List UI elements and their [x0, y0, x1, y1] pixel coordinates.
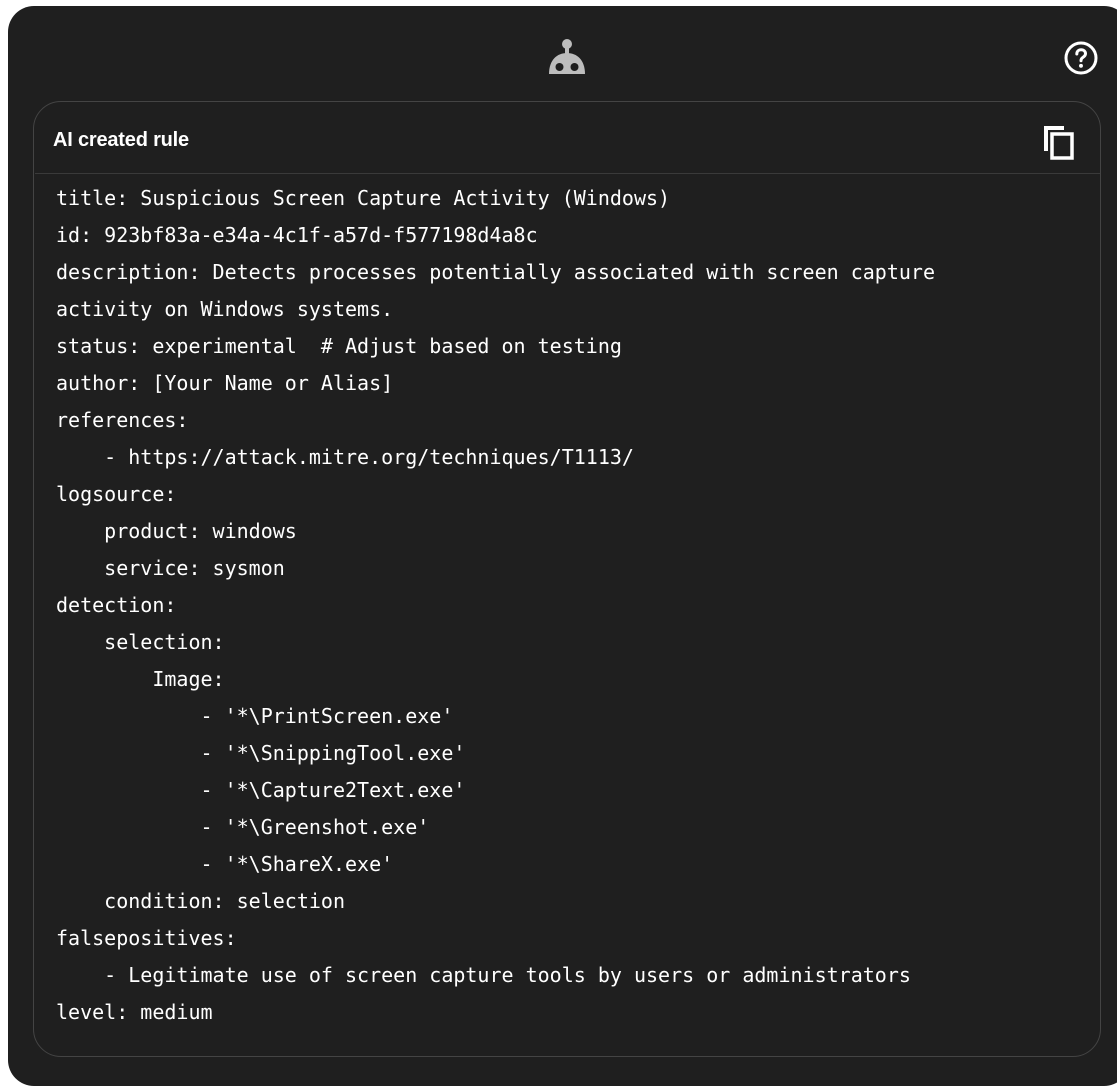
code-line-5: status: experimental # Adjust based on t… — [56, 334, 622, 358]
robot-icon — [549, 39, 585, 74]
rule-code-block: title: Suspicious Screen Capture Activit… — [56, 180, 1100, 1031]
panel-title: AI created rule — [53, 129, 189, 151]
header-divider — [35, 173, 1100, 174]
code-line-8: - https://attack.mitre.org/techniques/T1… — [56, 445, 634, 469]
code-line-13: selection: — [56, 630, 225, 654]
panel-header: AI created rule — [34, 102, 1100, 174]
code-line-12: detection: — [56, 593, 177, 617]
code-line-7: references: — [56, 408, 189, 432]
code-line-2: id: 923bf83a-e34a-4c1f-a57d-f577198d4a8c — [56, 223, 538, 247]
code-line-10: product: windows — [56, 519, 297, 543]
code-line-16: - '*\SnippingTool.exe' — [56, 741, 466, 765]
code-line-4: activity on Windows systems. — [56, 297, 394, 321]
code-line-9: logsource: — [56, 482, 177, 506]
code-line-20: condition: selection — [56, 889, 345, 913]
code-line-23: level: medium — [56, 1000, 213, 1024]
code-line-19: - '*\ShareX.exe' — [56, 852, 394, 876]
code-line-11: service: sysmon — [56, 556, 285, 580]
copy-icon[interactable] — [1040, 122, 1076, 162]
rule-panel: AI created rule title: Suspicious Screen… — [33, 101, 1101, 1057]
code-line-14: Image: — [56, 667, 225, 691]
code-line-18: - '*\Greenshot.exe' — [56, 815, 430, 839]
code-line-22: - Legitimate use of screen capture tools… — [56, 963, 911, 987]
code-line-6: author: [Your Name or Alias] — [56, 371, 394, 395]
code-line-15: - '*\PrintScreen.exe' — [56, 704, 454, 728]
rule-window: AI created rule title: Suspicious Screen… — [8, 6, 1117, 1086]
help-circle-icon[interactable] — [1063, 40, 1099, 76]
code-line-3: description: Detects processes potential… — [56, 260, 935, 284]
code-line-17: - '*\Capture2Text.exe' — [56, 778, 466, 802]
code-line-21: falsepositives: — [56, 926, 237, 950]
code-line-1: title: Suspicious Screen Capture Activit… — [56, 186, 671, 210]
